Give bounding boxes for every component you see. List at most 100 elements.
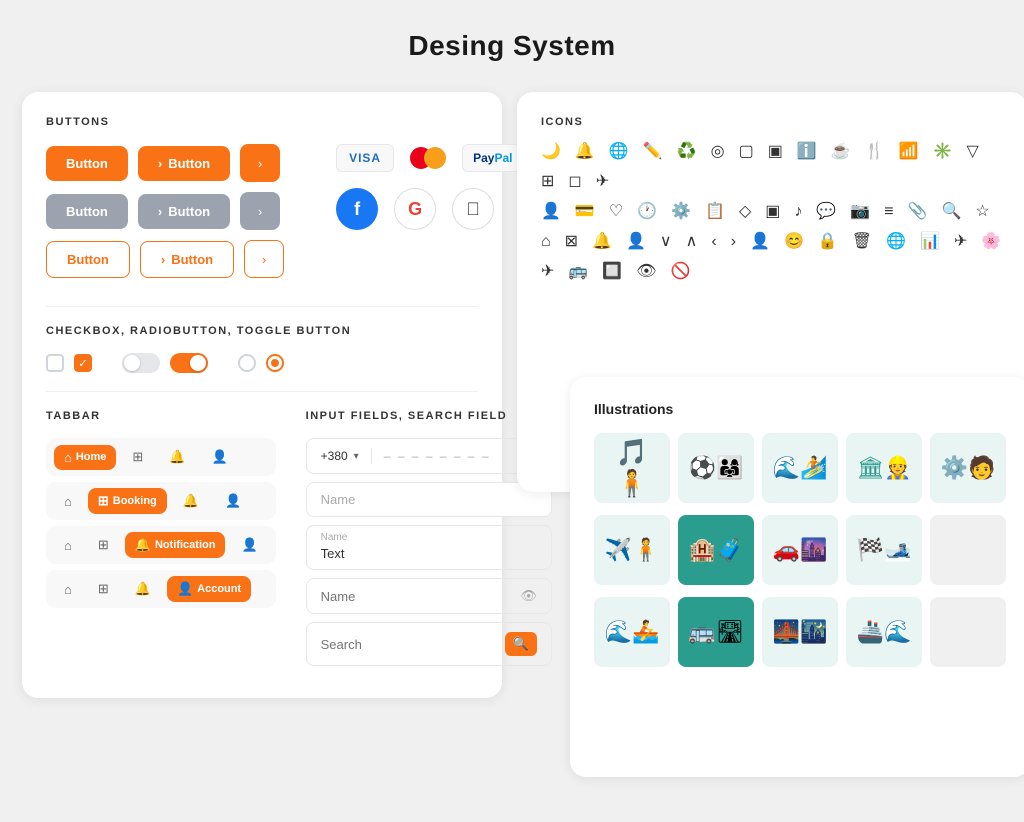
checkbox-unchecked[interactable] xyxy=(46,354,64,372)
facebook-button[interactable]: f xyxy=(336,188,378,230)
tab-account-3[interactable]: 👤 xyxy=(231,532,267,558)
two-col-layout: TABBAR ⌂ Home ⊞ 🔔 👤 ⌂ xyxy=(46,410,478,674)
chevron-right-icon-gray: › xyxy=(258,204,262,219)
gray-icon-button-1[interactable]: › xyxy=(240,192,280,230)
radio-checked[interactable] xyxy=(266,354,284,372)
gray-button-1[interactable]: Button xyxy=(46,194,128,229)
recycle-icon: ♻️ xyxy=(677,144,697,160)
target-icon: ◎ xyxy=(711,144,725,160)
tabbar-bar-2: ⌂ ⊞ Booking 🔔 👤 xyxy=(46,482,276,520)
camera-icon: 📷 xyxy=(850,204,870,220)
checkbox-section: CHECKBOX, RADIOBUTTON, TOGGLE BUTTON ✓ xyxy=(46,306,478,373)
outline-arrow-button-1[interactable]: › Button xyxy=(140,241,234,278)
chart-icon: 📊 xyxy=(920,234,940,250)
apple-button[interactable]:  xyxy=(452,188,494,230)
phone-field[interactable]: +380 ▾ – – – – – – – – xyxy=(306,438,552,474)
tab-notification-2[interactable]: 🔔 xyxy=(173,488,209,514)
payment-row-1: VISA PayPal xyxy=(336,144,523,172)
name-text-input[interactable] xyxy=(321,546,537,561)
checkbox-group: ✓ xyxy=(46,354,92,372)
tab-notification-4[interactable]: 🔔 xyxy=(125,576,161,602)
illus-ship: 🚢🌊 xyxy=(846,597,922,667)
bell-icon-1: 🔔 xyxy=(169,449,185,465)
search-icon: 🔍 xyxy=(513,636,529,651)
border-icon: 🔲 xyxy=(602,264,622,280)
utensils-icon: 🍴 xyxy=(865,144,885,160)
tabbar-section-title: TABBAR xyxy=(46,410,276,422)
globe-icon: 🌐 xyxy=(609,144,629,160)
outline-icon-button-1[interactable]: › xyxy=(244,240,284,278)
buttons-row-3: Button › Button › xyxy=(46,240,284,278)
illus-row-3: 🌊🚣 🚌🛣 🌉🌃 🚢🌊 xyxy=(594,597,1006,667)
booking-icon: ⊞ xyxy=(98,493,109,509)
tab-home-3[interactable]: ⌂ xyxy=(54,533,82,558)
search-input[interactable] xyxy=(321,637,497,652)
gears-icon: ⚙️🧑 xyxy=(941,455,996,481)
bell-icon-active: 🔔 xyxy=(135,537,151,553)
outline-button-1[interactable]: Button xyxy=(46,241,130,278)
tab-notification[interactable]: 🔔 Notification xyxy=(125,532,226,558)
illus-row-1: 🎵🧍 ⚽👨‍👩‍👧 🌊🏄 🏛👷 ⚙️🧑 xyxy=(594,433,1006,503)
chat-icon: 💬 xyxy=(816,204,836,220)
hotel-icon: 🏨🧳 xyxy=(689,537,744,563)
person-icon: 👤 xyxy=(750,234,770,250)
tab-booking-1[interactable]: ⊞ xyxy=(122,444,153,470)
coffee-icon: ☕ xyxy=(831,144,851,160)
illus-construction: 🏛👷 xyxy=(846,433,922,503)
search-field[interactable]: 🔍 xyxy=(306,622,552,666)
wave-icon: 🌊🏄 xyxy=(773,455,828,481)
checkbox-checked[interactable]: ✓ xyxy=(74,354,92,372)
tab-home-4[interactable]: ⌂ xyxy=(54,577,82,602)
lock-icon: 🔒 xyxy=(818,234,838,250)
clipboard-icon: 📋 xyxy=(705,204,725,220)
tabbar-col: TABBAR ⌂ Home ⊞ 🔔 👤 ⌂ xyxy=(46,410,276,674)
icons-row-4: ✈ 🚌 🔲 👁 🚫 xyxy=(541,264,1003,280)
orange-arrow-button-1[interactable]: › Button xyxy=(138,146,230,181)
name-input-eye[interactable] xyxy=(321,589,513,604)
illus-soccer: ⚽👨‍👩‍👧 xyxy=(678,433,754,503)
tab-booking-4[interactable]: ⊞ xyxy=(88,576,119,602)
arrow-icon-outline: › xyxy=(161,252,165,267)
tab-booking[interactable]: ⊞ Booking xyxy=(88,488,167,514)
plane-icon-top: ✈ xyxy=(596,174,609,190)
bell-icon-sm: 🔔 xyxy=(592,234,612,250)
input-col: INPUT FIELDS, SEARCH FIELD +380 ▾ – – – … xyxy=(306,410,552,674)
list-icon: ≡ xyxy=(884,204,893,220)
illus-row-2: ✈️🧍 🏨🧳 🚗🌆 🏁🎿 xyxy=(594,515,1006,585)
star-icon: ☆ xyxy=(975,204,989,220)
booking-icon-1: ⊞ xyxy=(132,449,143,465)
buttons-left-col: Button › Button › Button › Button xyxy=(46,144,284,288)
gray-arrow-button-1[interactable]: › Button xyxy=(138,194,230,229)
toggle-off[interactable] xyxy=(122,353,160,373)
tab-booking-3[interactable]: ⊞ xyxy=(88,532,119,558)
tab-account[interactable]: 👤 Account xyxy=(167,576,251,602)
chevron-right-icon: › xyxy=(258,156,262,171)
icons-row-2: 👤 💳 ♡ 🕐 ⚙️ 📋 ◇ ▣ ♪ 💬 📷 ≡ 📎 🔍 ☆ xyxy=(541,204,1003,220)
booking-icon-4: ⊞ xyxy=(98,581,109,597)
trash-icon: 🗑 xyxy=(852,234,872,250)
orange-icon-button-1[interactable]: › xyxy=(240,144,280,182)
mastercard-badge xyxy=(410,147,446,169)
heart-icon: ♡ xyxy=(609,204,623,220)
settings-icon: ⚙️ xyxy=(671,204,691,220)
ship-icon: 🚢🌊 xyxy=(857,619,912,645)
tab-home-2[interactable]: ⌂ xyxy=(54,489,82,514)
orange-button-1[interactable]: Button xyxy=(46,146,128,181)
name-password-field[interactable]: 👁 xyxy=(306,578,552,614)
card-icon: 💳 xyxy=(575,204,595,220)
eye-icon[interactable]: 👁 xyxy=(520,588,537,604)
tab-account-1[interactable]: 👤 xyxy=(202,444,238,470)
phone-divider xyxy=(371,448,372,464)
home-icon-sm: ⌂ xyxy=(541,234,551,250)
name-input-1[interactable] xyxy=(306,482,552,517)
tab-notification-1[interactable]: 🔔 xyxy=(159,444,195,470)
chevron-up-icon: ∧ xyxy=(686,234,698,250)
radio-unchecked[interactable] xyxy=(238,354,256,372)
tab-account-2[interactable]: 👤 xyxy=(215,488,251,514)
google-button[interactable]: G xyxy=(394,188,436,230)
search-button[interactable]: 🔍 xyxy=(505,632,537,656)
name-input-with-label[interactable]: Name xyxy=(306,525,552,570)
flower-icon: 🌸 xyxy=(981,234,1001,250)
tab-home[interactable]: ⌂ Home xyxy=(54,445,116,470)
toggle-on[interactable] xyxy=(170,353,208,373)
